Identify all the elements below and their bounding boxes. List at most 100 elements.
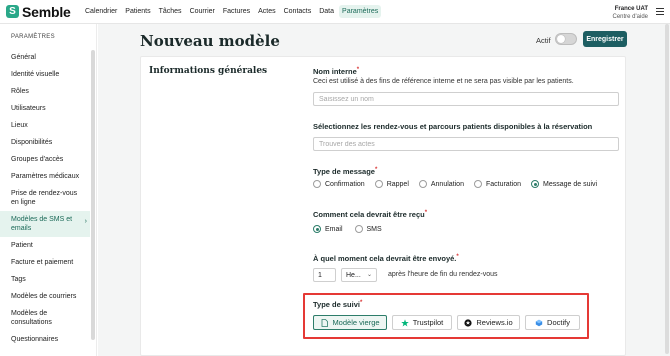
nav-item-actes[interactable]: Actes [255, 5, 279, 18]
follow-up-doctify-button[interactable]: Doctify [525, 315, 580, 330]
radio-rappel[interactable]: Rappel [374, 180, 409, 188]
radio-circle[interactable] [374, 180, 383, 188]
follow-up-reviews-io-button[interactable]: Reviews.io [457, 315, 520, 330]
appointments-search-input[interactable] [313, 137, 619, 151]
account-name: France UAT [614, 6, 648, 12]
radio-label: SMS [366, 225, 382, 233]
radio-email[interactable]: Email [313, 225, 343, 233]
sidebar-list: Général Identité visuelle Rôles Utilisat… [0, 50, 90, 349]
sidebar-item-parametres-medicaux[interactable]: Paramètres médicaux [0, 169, 90, 186]
sidebar-scrollbar[interactable] [91, 50, 95, 340]
timing-unit-value: He... [346, 272, 361, 279]
nav-item-data[interactable]: Data [316, 5, 337, 18]
brand-logo[interactable]: S Semble [6, 4, 80, 20]
semble-logo-icon: S [6, 5, 19, 18]
message-type-radio-group: Confirmation Rappel Annulation Facturati… [313, 180, 597, 188]
timing-after-text: après l'heure de fin du rendez-vous [388, 271, 498, 278]
follow-up-trustpilot-button[interactable]: Trustpilot [392, 315, 452, 330]
sidebar-item-disponibilites[interactable]: Disponibilités [0, 135, 90, 152]
internal-name-label: Nom interne* [313, 67, 359, 76]
timing-unit-select[interactable]: He... ⌄ [341, 268, 377, 282]
toggle-knob [557, 35, 565, 43]
sidebar-item-facture-paiement[interactable]: Facture et paiement [0, 255, 90, 272]
follow-up-blank-template-button[interactable]: Modèle vierge [313, 315, 387, 330]
sidebar-item-roles[interactable]: Rôles [0, 84, 90, 101]
sidebar-heading: PARAMÈTRES [11, 34, 55, 40]
required-marker: * [424, 210, 428, 216]
button-label: Doctify [547, 318, 570, 327]
nav-item-factures[interactable]: Factures [220, 5, 253, 18]
internal-name-help: Ceci est utilisé à des fins de référence… [313, 78, 574, 85]
radio-circle-checked[interactable] [313, 225, 321, 233]
section-title: Informations générales [149, 66, 268, 76]
required-marker: * [356, 67, 360, 73]
sidebar-item-label: Modèles de SMS et emails [11, 216, 73, 232]
radio-circle[interactable] [313, 180, 321, 188]
help-center-link[interactable]: Centre d'aide [612, 13, 648, 21]
radio-circle[interactable] [473, 180, 482, 188]
sidebar-item-identite-visuelle[interactable]: Identité visuelle [0, 67, 90, 84]
follow-up-label-text: Type de suivi [313, 300, 360, 309]
follow-up-label: Type de suivi* [313, 300, 362, 309]
button-label: Modèle vierge [332, 318, 380, 327]
radio-label: Message de suivi [543, 180, 598, 188]
sidebar-item-utilisateurs[interactable]: Utilisateurs [0, 101, 90, 118]
required-marker: * [359, 300, 363, 306]
radio-message-de-suivi[interactable]: Message de suivi [531, 180, 597, 188]
sidebar-item-modeles-sms-emails[interactable]: Modèles de SMS et emails › [0, 211, 90, 237]
message-type-label: Type de message* [313, 167, 377, 176]
active-toggle[interactable] [555, 33, 577, 45]
radio-circle[interactable] [418, 180, 427, 188]
sidebar-item-modeles-consultations[interactable]: Modèles de consultations [0, 306, 90, 332]
required-marker: * [374, 167, 378, 173]
active-label: Actif [536, 36, 551, 45]
nav-item-parametres[interactable]: Paramètres [339, 5, 382, 18]
account-switcher[interactable]: France UAT Centre d'aide [612, 5, 648, 21]
radio-confirmation[interactable]: Confirmation [313, 180, 365, 188]
sidebar-item-tags[interactable]: Tags [0, 272, 90, 289]
chevron-down-icon: ⌄ [366, 272, 372, 278]
radio-facturation[interactable]: Facturation [473, 180, 521, 188]
main-nav: Calendrier Patients Tâches Courrier Fact… [82, 5, 383, 18]
timing-label: À quel moment cela devrait être envoyé.* [313, 254, 459, 263]
save-button[interactable]: Enregistrer [583, 31, 627, 47]
nav-item-patients[interactable]: Patients [122, 5, 153, 18]
reviews-io-icon [464, 318, 472, 327]
sidebar-item-general[interactable]: Général [0, 50, 90, 67]
chevron-right-icon: › [84, 218, 87, 225]
hamburger-menu-icon[interactable] [656, 8, 664, 17]
delivery-label: Comment cela devrait être reçu* [313, 210, 427, 219]
settings-sidebar: PARAMÈTRES Général Identité visuelle Rôl… [0, 24, 97, 356]
internal-name-label-text: Nom interne [313, 67, 357, 76]
brand-name: Semble [22, 3, 71, 20]
timing-amount-input[interactable]: 1 [313, 268, 336, 282]
trustpilot-star-icon [400, 318, 409, 327]
sidebar-item-lieux[interactable]: Lieux [0, 118, 90, 135]
radio-sms[interactable]: SMS [354, 225, 382, 233]
delivery-radio-group: Email SMS [313, 225, 382, 233]
radio-label: Rappel [386, 180, 409, 188]
sidebar-item-questionnaires[interactable]: Questionnaires [0, 332, 90, 349]
nav-item-taches[interactable]: Tâches [156, 5, 185, 18]
sidebar-item-prise-rdv-en-ligne[interactable]: Prise de rendez-vous en ligne [0, 186, 90, 211]
nav-item-courrier[interactable]: Courrier [187, 5, 218, 18]
radio-label: Facturation [485, 180, 521, 188]
radio-label: Confirmation [325, 180, 365, 188]
general-info-card: Informations générales Nom interne* Ceci… [140, 56, 626, 356]
main-content: Nouveau modèle Actif Enregistrer Informa… [98, 24, 670, 356]
top-navigation-bar: S Semble Calendrier Patients Tâches Cour… [0, 0, 670, 24]
button-label: Trustpilot [412, 318, 444, 327]
appointments-label: Sélectionnez les rendez-vous et parcours… [313, 122, 593, 131]
radio-circle-checked[interactable] [531, 180, 539, 188]
sidebar-item-groupes-acces[interactable]: Groupes d'accès [0, 152, 90, 169]
nav-item-contacts[interactable]: Contacts [281, 5, 315, 18]
required-marker: * [456, 254, 459, 260]
sidebar-item-modeles-courriers[interactable]: Modèles de courriers [0, 289, 90, 306]
nav-item-calendrier[interactable]: Calendrier [82, 5, 120, 18]
internal-name-input[interactable] [313, 92, 619, 106]
radio-circle[interactable] [354, 225, 363, 233]
main-scrollbar[interactable] [665, 24, 669, 354]
message-type-label-text: Type de message [313, 167, 375, 176]
radio-annulation[interactable]: Annulation [418, 180, 464, 188]
sidebar-item-patient[interactable]: Patient [0, 237, 90, 255]
